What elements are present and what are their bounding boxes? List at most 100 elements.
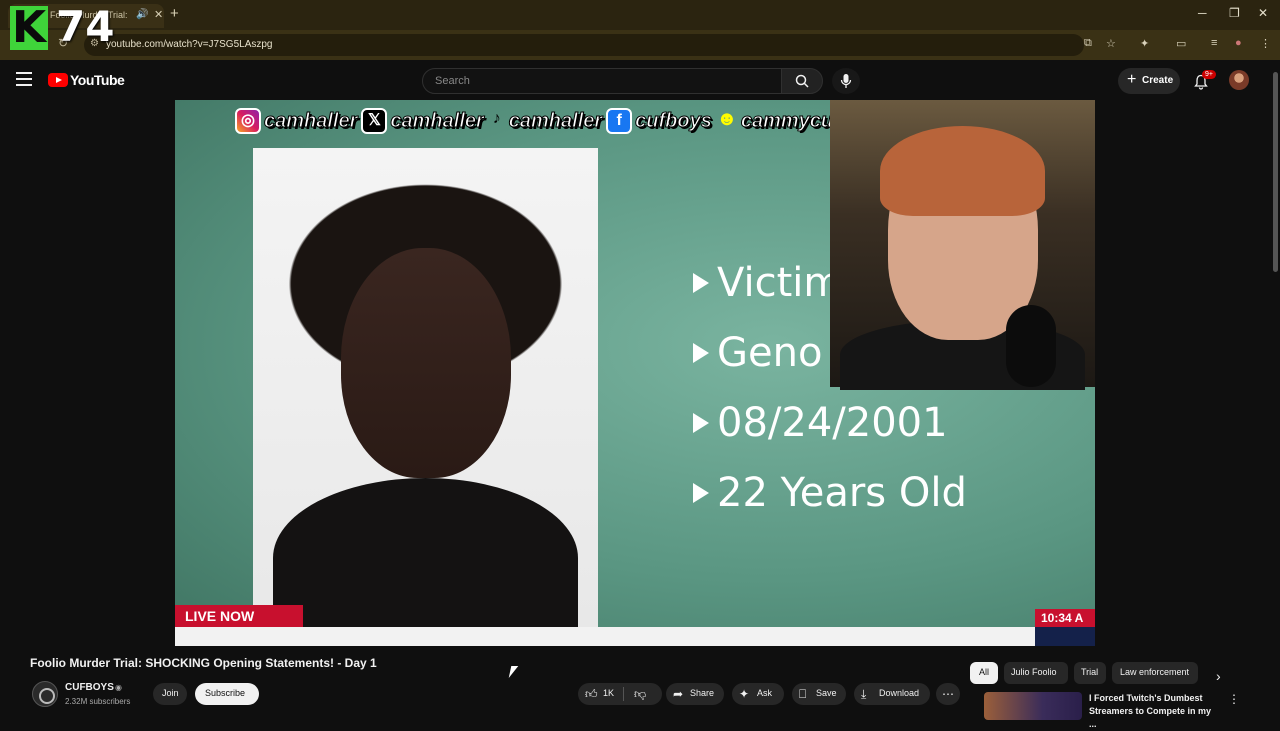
broadcast-clock-text: 10:34 A bbox=[1041, 611, 1084, 625]
install-app-icon[interactable]: ⧉ bbox=[1084, 37, 1092, 50]
account-avatar[interactable] bbox=[1229, 70, 1249, 90]
save-button[interactable]: ⎕ Save bbox=[792, 683, 846, 705]
sparkle-icon: ✦ bbox=[739, 687, 750, 701]
mugshot-face bbox=[341, 248, 511, 478]
chip-trial[interactable]: Trial bbox=[1074, 662, 1106, 684]
social-handle-text: cammycuf bbox=[740, 109, 840, 132]
dislike-icon[interactable]: 👎︎ bbox=[634, 687, 646, 702]
new-tab-icon[interactable]: + bbox=[170, 5, 179, 22]
like-count[interactable]: 1K bbox=[603, 688, 614, 698]
close-tab-icon[interactable]: ✕ bbox=[154, 8, 163, 21]
overlay-logo-number: 74 bbox=[56, 2, 115, 51]
browser-menu-icon[interactable]: ⋮ bbox=[1260, 37, 1271, 50]
plus-icon: + bbox=[1127, 71, 1137, 88]
chip-label: Julio Foolio bbox=[1011, 667, 1057, 677]
info-bullet: 08/24/2001 bbox=[693, 398, 948, 448]
profile-icon[interactable]: ● bbox=[1235, 37, 1242, 49]
chevron-right-icon[interactable]: › bbox=[1216, 668, 1221, 684]
like-dislike-group: 👍︎ 1K 👎︎ bbox=[578, 683, 662, 705]
info-bullet-text: Victim bbox=[717, 260, 843, 306]
ask-label: Ask bbox=[757, 688, 773, 698]
chip-label: Trial bbox=[1081, 667, 1099, 677]
x-icon: 𝕏 bbox=[361, 108, 388, 134]
create-button[interactable]: + Create bbox=[1118, 68, 1180, 94]
hamburger-menu-icon[interactable] bbox=[16, 72, 32, 86]
broadcast-clock: 10:34 A bbox=[1035, 609, 1095, 627]
subscribe-button[interactable]: Subscribe bbox=[195, 683, 259, 705]
social-handle-text: camhaller bbox=[263, 109, 358, 132]
bookmark-star-icon[interactable]: ☆ bbox=[1106, 37, 1116, 50]
chip-label: All bbox=[979, 667, 990, 677]
like-divider bbox=[623, 687, 624, 701]
webcam-microphone bbox=[1006, 305, 1056, 387]
youtube-logo-icon[interactable] bbox=[48, 73, 68, 87]
voice-search-button[interactable] bbox=[832, 68, 860, 94]
webcam-hair bbox=[880, 126, 1045, 216]
youtube-logo-text[interactable]: YouTube bbox=[70, 72, 125, 88]
social-handles-overlay: ◎ camhaller 𝕏 camhaller ♪ camhaller f cu… bbox=[235, 106, 840, 136]
sidepanel-icon[interactable]: ▭ bbox=[1176, 37, 1186, 50]
youtube-header: YouTube Search + Create 9+ bbox=[0, 60, 1280, 100]
mugshot-image bbox=[253, 148, 598, 638]
notification-count-badge: 9+ bbox=[1202, 70, 1216, 79]
share-icon: ➦ bbox=[673, 687, 684, 701]
facebook-icon: f bbox=[606, 108, 633, 134]
page-scrollbar[interactable] bbox=[1270, 62, 1280, 720]
speaker-icon[interactable]: 🔊 bbox=[136, 9, 148, 20]
chip-label: Law enforcement bbox=[1120, 667, 1190, 677]
browser-tabstrip: Foolio Murder Trial: SH 🔊 ✕ + ─ ❐ ✕ bbox=[0, 0, 1280, 30]
social-handle: ♪ camhaller bbox=[488, 108, 603, 134]
streamer-webcam bbox=[830, 100, 1095, 390]
subscribe-label: Subscribe bbox=[205, 688, 246, 698]
social-handle: f cufboys bbox=[606, 108, 712, 134]
search-icon bbox=[795, 74, 809, 88]
channel-avatar[interactable] bbox=[32, 681, 58, 707]
search-input[interactable]: Search bbox=[422, 68, 782, 94]
channel-name[interactable]: CUFBOYS bbox=[65, 682, 114, 693]
maximize-icon[interactable]: ❐ bbox=[1229, 6, 1240, 20]
snapchat-icon: ☻ bbox=[716, 108, 738, 130]
address-bar[interactable]: ⚙ youtube.com/watch?v=J7SG5LAszpg bbox=[84, 34, 1084, 56]
more-horizontal-icon: ⋯ bbox=[942, 687, 954, 701]
chip-law-enforcement[interactable]: Law enforcement bbox=[1112, 662, 1198, 684]
url-text[interactable]: youtube.com/watch?v=J7SG5LAszpg bbox=[106, 39, 272, 50]
video-player[interactable]: ◎ camhaller 𝕏 camhaller ♪ camhaller f cu… bbox=[175, 100, 1095, 646]
search-placeholder: Search bbox=[435, 75, 470, 87]
media-controls-icon[interactable]: ≡ bbox=[1211, 37, 1217, 49]
window-close-icon[interactable]: ✕ bbox=[1258, 6, 1268, 20]
news-ticker bbox=[175, 627, 1035, 646]
info-bullet: 22 Years Old bbox=[693, 468, 967, 518]
social-handle-text: cufboys bbox=[635, 109, 713, 132]
download-button[interactable]: ⤓ Download bbox=[854, 683, 930, 705]
more-vertical-icon[interactable]: ⋮ bbox=[1228, 692, 1240, 706]
mouse-cursor-icon bbox=[508, 666, 519, 678]
network-logo bbox=[1035, 627, 1095, 646]
create-label: Create bbox=[1142, 75, 1174, 86]
chip-julio-foolio[interactable]: Julio Foolio bbox=[1004, 662, 1068, 684]
like-icon[interactable]: 👍︎ bbox=[585, 687, 598, 702]
recommended-video-thumbnail[interactable] bbox=[984, 692, 1082, 720]
scrollbar-thumb[interactable] bbox=[1273, 72, 1278, 272]
info-bullet-text: 22 Years Old bbox=[717, 470, 967, 516]
social-handle: ☻ cammycuf bbox=[716, 108, 840, 134]
live-now-banner: LIVE NOW bbox=[175, 605, 303, 627]
recommended-video-title[interactable]: I Forced Twitch's Dumbest Streamers to C… bbox=[1089, 692, 1219, 731]
overlay-logo-letter: K bbox=[10, 2, 48, 53]
social-handle-text: camhaller bbox=[390, 109, 484, 132]
live-now-label: LIVE NOW bbox=[185, 608, 255, 624]
bullet-triangle-icon bbox=[693, 343, 709, 363]
social-handle: ◎ camhaller bbox=[235, 108, 358, 134]
more-actions-button[interactable]: ⋯ bbox=[936, 683, 960, 705]
search-button[interactable] bbox=[781, 68, 823, 94]
minimize-icon[interactable]: ─ bbox=[1198, 6, 1207, 20]
share-button[interactable]: ➦ Share bbox=[666, 683, 724, 705]
download-label: Download bbox=[879, 688, 920, 698]
join-button[interactable]: Join bbox=[153, 683, 187, 705]
chip-all[interactable]: All bbox=[970, 662, 998, 684]
microphone-icon bbox=[840, 74, 852, 88]
extensions-icon[interactable]: ✦ bbox=[1140, 37, 1149, 50]
join-label: Join bbox=[162, 688, 179, 698]
verified-badge-icon: ◉ bbox=[115, 683, 122, 692]
ask-button[interactable]: ✦ Ask bbox=[732, 683, 784, 705]
subscriber-count: 2.32M subscribers bbox=[65, 697, 131, 706]
